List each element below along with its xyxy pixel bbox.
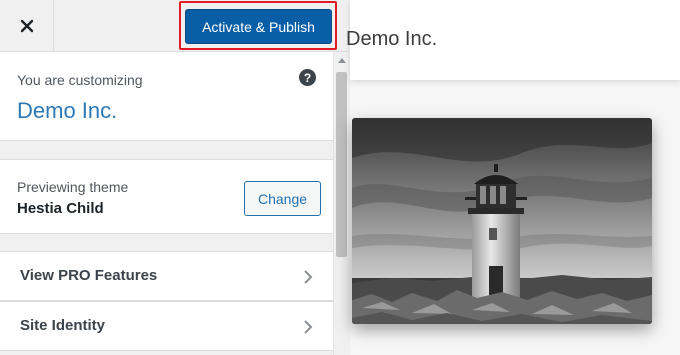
section-view-pro-features[interactable]: View PRO Features: [0, 251, 333, 301]
section-label: View PRO Features: [20, 267, 158, 284]
customizing-info: You are customizing Demo Inc. ?: [0, 52, 333, 141]
help-icon[interactable]: ?: [299, 69, 316, 86]
chevron-right-icon: [304, 320, 313, 334]
hero-image-lighthouse: [352, 118, 652, 324]
previewing-theme-label: Previewing theme: [17, 179, 129, 195]
section-site-identity[interactable]: Site Identity: [0, 301, 333, 351]
theme-name: Hestia Child: [17, 200, 104, 217]
preview-brand[interactable]: Demo Inc.: [346, 28, 437, 51]
scroll-up-arrow-icon[interactable]: [338, 58, 346, 63]
close-icon: [20, 19, 33, 33]
preview-header: Demo Inc.: [346, 0, 680, 80]
activate-publish-button[interactable]: Activate & Publish: [185, 9, 332, 44]
site-title: Demo Inc.: [17, 98, 118, 123]
customizer-sidebar: Activate & Publish You are customizing D…: [0, 0, 349, 355]
scroll-thumb[interactable]: [336, 72, 347, 257]
theme-info: Previewing theme Hestia Child Change: [0, 159, 333, 234]
lighthouse-image: [352, 118, 652, 324]
sidebar-scrollbar[interactable]: [333, 52, 349, 355]
customizer-header: Activate & Publish: [0, 0, 349, 52]
site-preview: Demo Inc.: [346, 0, 680, 355]
chevron-right-icon: [304, 270, 313, 284]
close-button[interactable]: [0, 0, 54, 52]
section-label: Site Identity: [20, 317, 106, 334]
customizer-panel: You are customizing Demo Inc. ? Previewi…: [0, 52, 333, 355]
change-theme-button[interactable]: Change: [244, 181, 321, 216]
customizing-label: You are customizing: [17, 72, 143, 88]
